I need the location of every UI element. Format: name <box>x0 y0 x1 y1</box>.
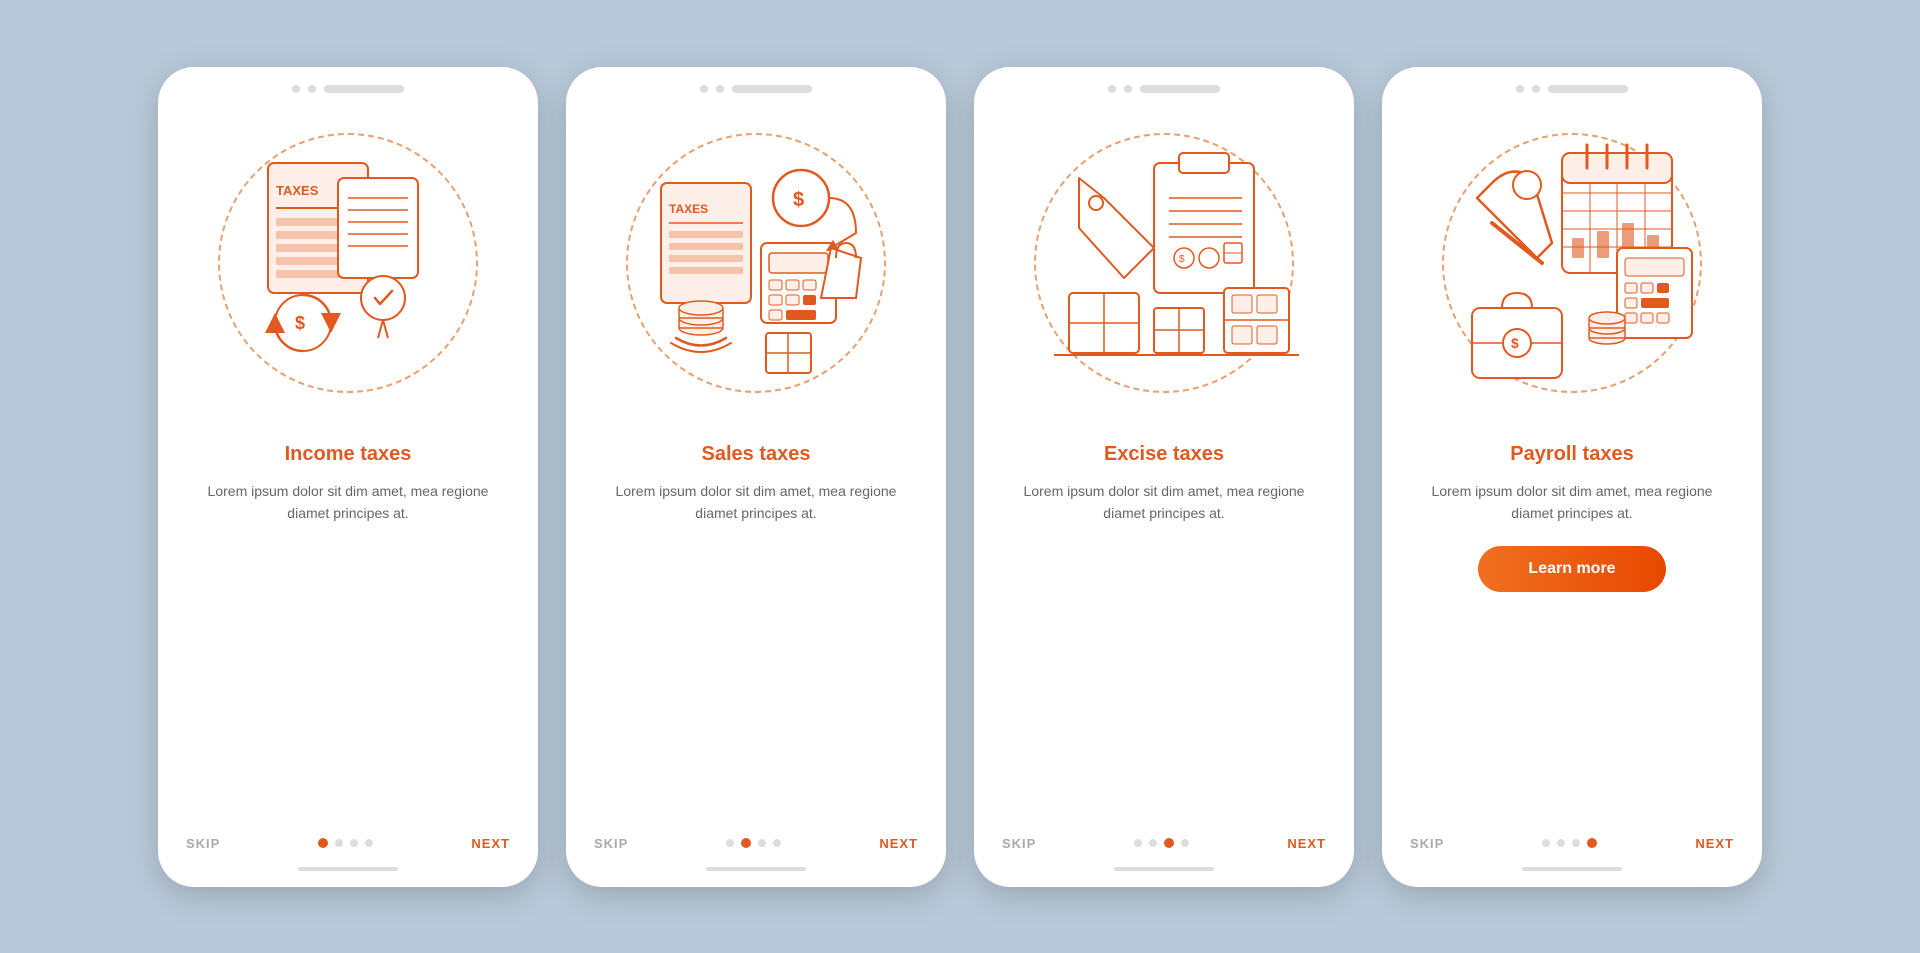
card-content-4: Payroll taxes Lorem ipsum dolor sit dim … <box>1382 423 1762 836</box>
skip-button-3[interactable]: SKIP <box>1002 836 1036 851</box>
card-content-2: Sales taxes Lorem ipsum dolor sit dim am… <box>566 423 946 836</box>
nav-row-4: SKIP NEXT <box>1406 836 1738 851</box>
phone-dot <box>308 85 316 93</box>
card-bottom-3: SKIP NEXT <box>974 836 1354 887</box>
card-bottom-1: SKIP NEXT <box>158 836 538 887</box>
next-button-2[interactable]: NEXT <box>879 836 918 851</box>
card-bottom-2: SKIP NEXT <box>566 836 946 887</box>
income-taxes-illustration: TAXES <box>208 123 488 403</box>
sales-taxes-title: Sales taxes <box>702 443 811 466</box>
card-content-1: Income taxes Lorem ipsum dolor sit dim a… <box>158 423 538 836</box>
payroll-taxes-description: Lorem ipsum dolor sit dim amet, mea regi… <box>1412 480 1732 525</box>
payroll-taxes-title: Payroll taxes <box>1510 443 1633 466</box>
payroll-taxes-illustration: $ <box>1432 123 1712 403</box>
dot-1-4 <box>365 839 373 847</box>
dots-row-2 <box>726 838 781 848</box>
svg-text:$: $ <box>1179 254 1185 265</box>
card-bottom-4: SKIP NEXT <box>1382 836 1762 887</box>
phone-dot <box>1108 85 1116 93</box>
excise-taxes-title: Excise taxes <box>1104 443 1224 466</box>
nav-row-2: SKIP NEXT <box>590 836 922 851</box>
cards-container: TAXES <box>118 27 1802 927</box>
dot-1-1 <box>318 838 328 848</box>
income-taxes-title: Income taxes <box>285 443 412 466</box>
dot-1-2 <box>335 839 343 847</box>
learn-more-button[interactable]: Learn more <box>1478 546 1665 592</box>
illustration-sales: TAXES $ <box>566 103 946 423</box>
skip-button-4[interactable]: SKIP <box>1410 836 1444 851</box>
sales-taxes-illustration: TAXES $ <box>616 123 896 403</box>
dot-1-3 <box>350 839 358 847</box>
nav-row-3: SKIP NEXT <box>998 836 1330 851</box>
phone-dot <box>292 85 300 93</box>
phone-dot <box>1532 85 1540 93</box>
bottom-bar-4 <box>1522 867 1622 871</box>
bottom-bar-2 <box>706 867 806 871</box>
dot-3-1 <box>1134 839 1142 847</box>
dot-2-1 <box>726 839 734 847</box>
phone-dot <box>1124 85 1132 93</box>
phone-bar <box>324 85 404 93</box>
dots-row-1 <box>318 838 373 848</box>
dot-2-4 <box>773 839 781 847</box>
excise-taxes-illustration: $ <box>1024 123 1304 403</box>
phone-dot <box>1516 85 1524 93</box>
nav-row-1: SKIP NEXT <box>182 836 514 851</box>
dot-3-3 <box>1164 838 1174 848</box>
phone-dot <box>700 85 708 93</box>
card-income-taxes: TAXES <box>158 67 538 887</box>
bottom-bar-1 <box>298 867 398 871</box>
svg-text:TAXES: TAXES <box>276 183 319 198</box>
svg-text:$: $ <box>295 313 305 333</box>
skip-button-1[interactable]: SKIP <box>186 836 220 851</box>
phone-topbar-3 <box>974 67 1354 103</box>
next-button-1[interactable]: NEXT <box>471 836 510 851</box>
card-content-3: Excise taxes Lorem ipsum dolor sit dim a… <box>974 423 1354 836</box>
dot-3-4 <box>1181 839 1189 847</box>
dot-4-4 <box>1587 838 1597 848</box>
illustration-excise: $ <box>974 103 1354 423</box>
dot-4-2 <box>1557 839 1565 847</box>
dot-4-3 <box>1572 839 1580 847</box>
svg-text:$: $ <box>1511 335 1519 351</box>
phone-topbar-1 <box>158 67 538 103</box>
card-excise-taxes: $ <box>974 67 1354 887</box>
dot-4-1 <box>1542 839 1550 847</box>
phone-bar <box>1548 85 1628 93</box>
svg-text:$: $ <box>793 189 804 211</box>
income-taxes-description: Lorem ipsum dolor sit dim amet, mea regi… <box>188 480 508 525</box>
phone-topbar-2 <box>566 67 946 103</box>
next-button-3[interactable]: NEXT <box>1287 836 1326 851</box>
phone-bar <box>1140 85 1220 93</box>
dot-2-3 <box>758 839 766 847</box>
svg-text:TAXES: TAXES <box>669 202 708 216</box>
card-sales-taxes: TAXES $ <box>566 67 946 887</box>
skip-button-2[interactable]: SKIP <box>594 836 628 851</box>
illustration-income: TAXES <box>158 103 538 423</box>
illustration-payroll: $ <box>1382 103 1762 423</box>
bottom-bar-3 <box>1114 867 1214 871</box>
phone-bar <box>732 85 812 93</box>
phone-topbar-4 <box>1382 67 1762 103</box>
dot-2-2 <box>741 838 751 848</box>
sales-taxes-description: Lorem ipsum dolor sit dim amet, mea regi… <box>596 480 916 525</box>
dot-3-2 <box>1149 839 1157 847</box>
excise-taxes-description: Lorem ipsum dolor sit dim amet, mea regi… <box>1004 480 1324 525</box>
phone-dot <box>716 85 724 93</box>
dots-row-3 <box>1134 838 1189 848</box>
dots-row-4 <box>1542 838 1597 848</box>
next-button-4[interactable]: NEXT <box>1695 836 1734 851</box>
card-payroll-taxes: $ Payroll taxes Lorem ipsum dolor sit di… <box>1382 67 1762 887</box>
